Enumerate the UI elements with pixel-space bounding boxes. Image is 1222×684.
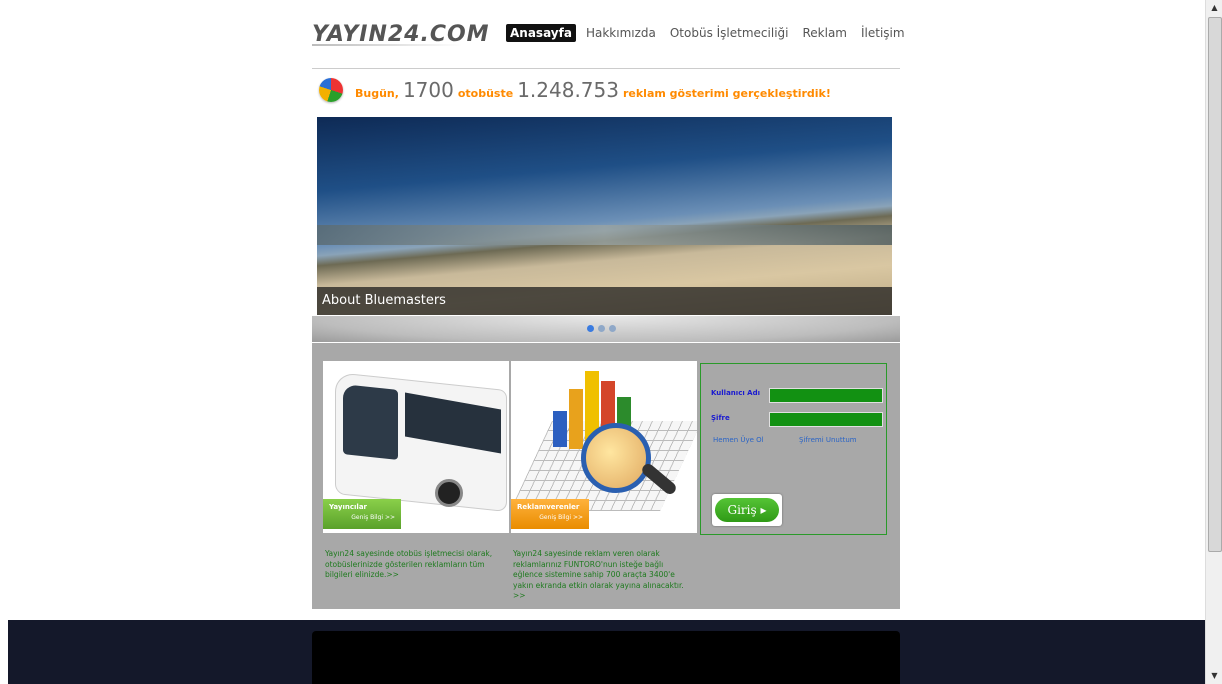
slide-image-sea (317, 225, 892, 245)
login-button-label: Giriş ▸ (715, 498, 779, 522)
image-slider[interactable]: About Bluemasters (317, 117, 892, 315)
bus-wheel (435, 479, 463, 507)
publishers-button[interactable]: Yayıncılar Geniş Bilgi >> (323, 499, 401, 529)
password-field[interactable] (769, 412, 883, 427)
scrollbar-thumb[interactable] (1208, 17, 1222, 552)
nav-item-contact[interactable]: İletişim (857, 24, 909, 42)
footer (8, 620, 1205, 684)
nav-item-home[interactable]: Anasayfa (506, 24, 576, 42)
footer-content-area (312, 631, 900, 684)
slider-dot-1[interactable] (587, 325, 594, 332)
bus-windshield (343, 384, 398, 460)
signup-link[interactable]: Hemen Üye Ol (713, 436, 764, 444)
header-divider (312, 68, 900, 69)
nav-item-advertising[interactable]: Reklam (798, 24, 851, 42)
logo-underline (312, 44, 462, 46)
login-box: Kullanıcı Adı Şifre Hemen Üye Ol Şifremi… (700, 363, 887, 535)
advertisers-button-label: Reklamverenler (517, 503, 580, 511)
stats-prefix: Bugün, (355, 87, 399, 100)
bus-count-label: otobüste (457, 87, 514, 100)
slider-dot-2[interactable] (598, 325, 605, 332)
main-nav: Anasayfa Hakkımızda Otobüs İşletmeciliği… (506, 24, 909, 42)
vertical-scrollbar[interactable]: ▲ ▼ (1205, 0, 1222, 684)
publishers-description[interactable]: Yayın24 sayesinde otobüs işletmecisi ola… (325, 549, 505, 581)
magnifier-icon (581, 423, 651, 493)
scroll-down-arrow-icon[interactable]: ▼ (1206, 668, 1222, 684)
impression-count: 1.248.753 (517, 78, 619, 102)
content-panel: Yayıncılar Geniş Bilgi >> Reklamverenler… (312, 343, 900, 609)
advertisers-more-link[interactable]: Geniş Bilgi >> (517, 514, 583, 521)
advertisers-button[interactable]: Reklamverenler Geniş Bilgi >> (511, 499, 589, 529)
slider-dot-3[interactable] (609, 325, 616, 332)
login-button[interactable]: Giriş ▸ (712, 494, 782, 526)
slider-pagination (587, 325, 616, 332)
pie-chart-icon (319, 78, 343, 102)
username-label: Kullanıcı Adı (711, 389, 761, 397)
nav-item-about[interactable]: Hakkımızda (582, 24, 660, 42)
publishers-button-label: Yayıncılar (329, 503, 368, 511)
illustration-bar (553, 411, 567, 447)
advertisers-description[interactable]: Yayın24 sayesinde reklam veren olarak re… (513, 549, 693, 602)
password-label: Şifre (711, 414, 730, 422)
scroll-up-arrow-icon[interactable]: ▲ (1206, 0, 1222, 16)
bus-count: 1700 (402, 78, 454, 102)
stats-banner: Bugün, 1700 otobüste 1.248.753 reklam gö… (319, 78, 831, 102)
slide-caption: About Bluemasters (317, 287, 892, 315)
advertisers-card[interactable]: Reklamverenler Geniş Bilgi >> (511, 361, 697, 533)
page: YAYIN24.COM Anasayfa Hakkımızda Otobüs İ… (8, 0, 1205, 684)
publishers-card[interactable]: Yayıncılar Geniş Bilgi >> (323, 361, 509, 533)
nav-item-bus-operations[interactable]: Otobüs İşletmeciliği (666, 24, 793, 42)
illustration-bar (569, 389, 583, 449)
forgot-password-link[interactable]: Şifremi Unuttum (799, 436, 857, 444)
publishers-more-link[interactable]: Geniş Bilgi >> (329, 514, 395, 521)
username-field[interactable] (769, 388, 883, 403)
stats-suffix: reklam gösterimi gerçekleştirdik! (622, 87, 831, 100)
